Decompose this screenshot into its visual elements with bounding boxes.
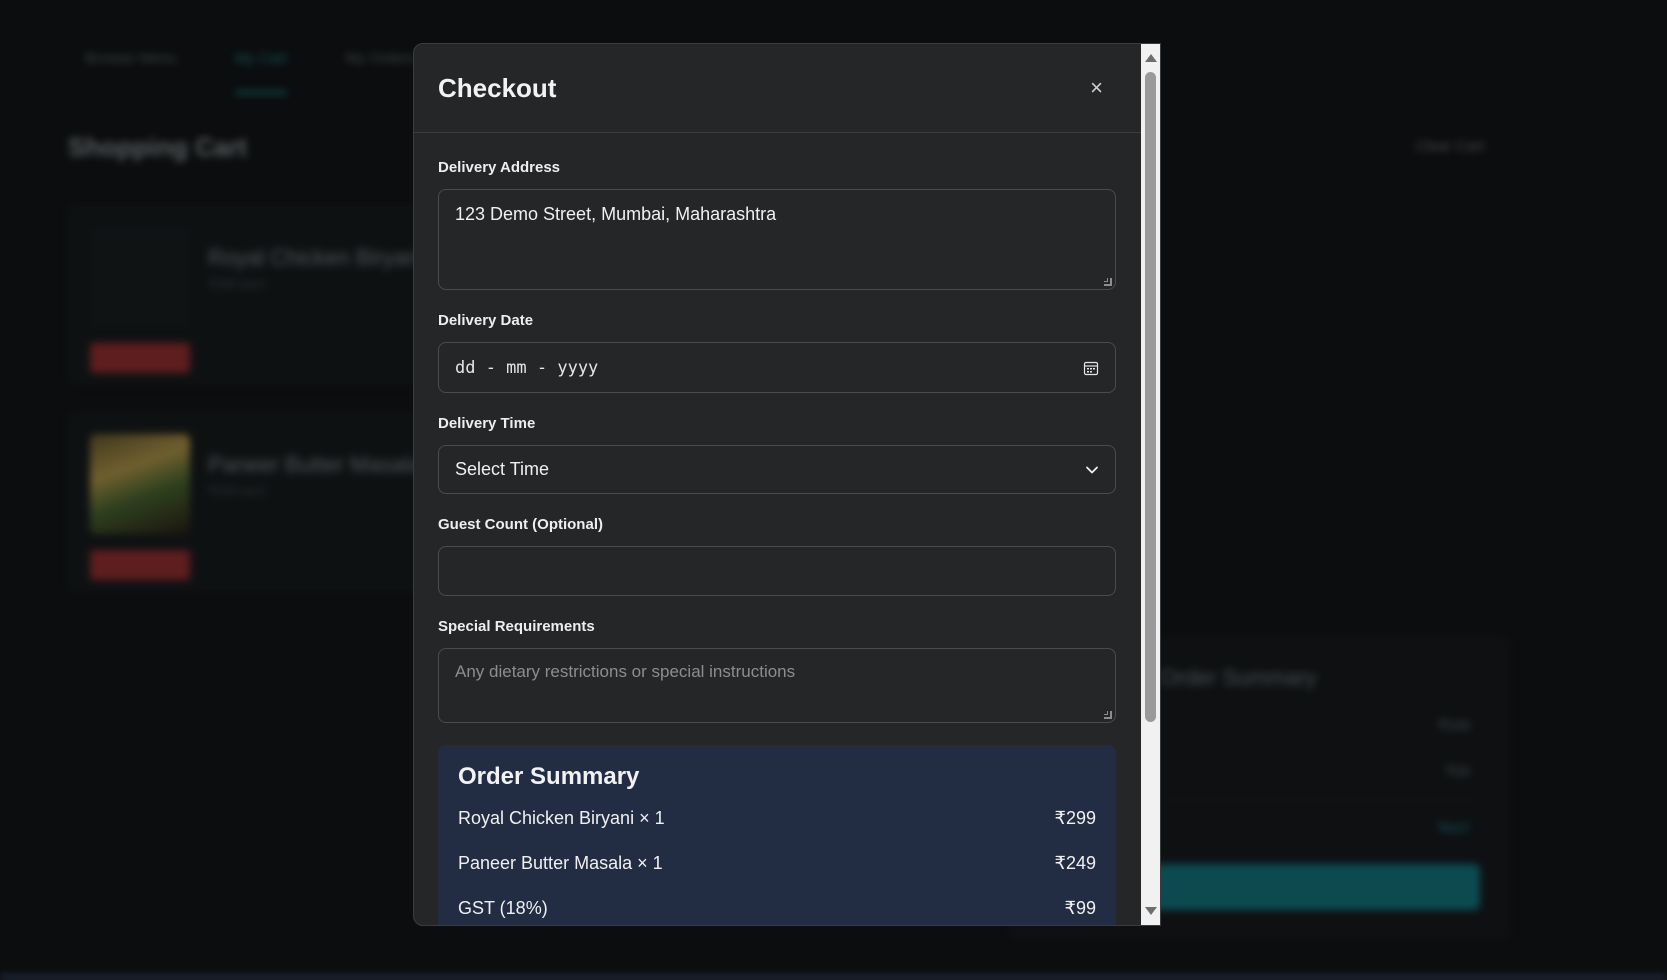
tab-my-orders[interactable]: My Orders — [345, 50, 415, 94]
scroll-down-icon[interactable] — [1145, 907, 1157, 915]
guest-label: Guest Count (Optional) — [438, 516, 603, 533]
summary-item-label: GST (18%) — [458, 898, 548, 918]
remove-button[interactable] — [90, 343, 190, 373]
time-label: Delivery Time — [438, 415, 536, 432]
modal-content: Checkout × Delivery Address 123 Demo Str… — [414, 44, 1141, 925]
time-selected: Select Time — [455, 459, 550, 479]
remove-button[interactable] — [90, 550, 190, 580]
divider — [1160, 800, 1480, 801]
date-field: Delivery Date dd - mm - yyyy — [438, 312, 1117, 393]
checkout-form: Delivery Address 123 Demo Street, Mumbai… — [414, 133, 1141, 925]
summary-subtotal: ₹548 — [1437, 717, 1470, 733]
modal-scrollbar[interactable] — [1141, 44, 1160, 925]
chevron-down-icon — [1086, 466, 1098, 473]
item-name: Paneer Butter Masala — [208, 452, 421, 477]
guest-field: Guest Count (Optional) — [438, 516, 1117, 596]
summary-row: Royal Chicken Biryani × 1 ₹299 — [458, 808, 1096, 829]
cart-summary-title: Order Summary — [1160, 665, 1317, 690]
item-price: ₹249 each — [208, 484, 266, 498]
close-icon[interactable]: × — [1090, 77, 1103, 99]
guest-count-input[interactable] — [438, 546, 1116, 596]
summary-item-label: Paneer Butter Masala × 1 — [458, 853, 663, 873]
tab-my-cart[interactable]: My Cart — [234, 50, 288, 94]
modal-title: Checkout — [438, 72, 557, 103]
address-label: Delivery Address — [438, 159, 561, 176]
special-field: Special Requirements Any dietary restric… — [438, 618, 1117, 723]
date-label: Delivery Date — [438, 312, 534, 329]
delivery-time-select[interactable]: Select Time — [438, 445, 1116, 494]
summary-row: GST (18%) ₹99 — [458, 898, 1096, 919]
resize-handle-icon[interactable] — [1104, 711, 1112, 719]
tab-browse-menu[interactable]: Browse Menu — [85, 50, 177, 94]
modal-header: Checkout × — [414, 44, 1141, 133]
date-placeholder: dd - mm - yyyy — [455, 357, 599, 378]
special-placeholder: Any dietary restrictions or special inst… — [455, 662, 796, 681]
order-summary-panel: Order Summary Royal Chicken Biryani × 1 … — [438, 745, 1116, 925]
clear-cart-button[interactable]: Clear Cart — [1416, 138, 1484, 155]
item-image — [90, 434, 190, 534]
item-price: ₹299 each — [208, 277, 266, 291]
scroll-up-icon[interactable] — [1145, 54, 1157, 62]
summary-item-label: Royal Chicken Biryani × 1 — [458, 808, 665, 828]
checkout-modal: Checkout × Delivery Address 123 Demo Str… — [413, 43, 1161, 926]
delivery-date-input[interactable]: dd - mm - yyyy — [438, 342, 1116, 393]
scroll-thumb[interactable] — [1145, 72, 1156, 722]
cart-item: Royal Chicken Biryani ₹299 each — [68, 205, 428, 385]
time-field: Delivery Time Select Time — [438, 415, 1117, 494]
calendar-icon[interactable] — [1083, 360, 1099, 376]
nav-tabs: Browse Menu My Cart My Orders — [85, 50, 415, 94]
summary-total: ₹647 — [1437, 820, 1470, 836]
special-label: Special Requirements — [438, 618, 595, 635]
address-value: 123 Demo Street, Mumbai, Maharashtra — [455, 204, 777, 224]
address-field: Delivery Address 123 Demo Street, Mumbai… — [438, 159, 1117, 290]
summary-item-amount: ₹299 — [1054, 808, 1096, 828]
summary-item-amount: ₹249 — [1054, 853, 1096, 873]
summary-row: Paneer Butter Masala × 1 ₹249 — [458, 853, 1096, 874]
page-title: Shopping Cart — [68, 132, 248, 162]
cart-item: Paneer Butter Masala ₹249 each — [68, 412, 428, 592]
summary-tax: ₹99 — [1445, 763, 1470, 779]
summary-item-amount: ₹99 — [1064, 898, 1096, 918]
item-image — [90, 227, 190, 327]
delivery-address-textarea[interactable]: 123 Demo Street, Mumbai, Maharashtra — [438, 189, 1116, 290]
resize-handle-icon[interactable] — [1104, 278, 1112, 286]
item-name: Royal Chicken Biryani — [208, 245, 424, 270]
order-summary-title: Order Summary — [458, 763, 640, 790]
bottom-bar — [0, 975, 1667, 980]
special-requirements-textarea[interactable]: Any dietary restrictions or special inst… — [438, 648, 1116, 723]
